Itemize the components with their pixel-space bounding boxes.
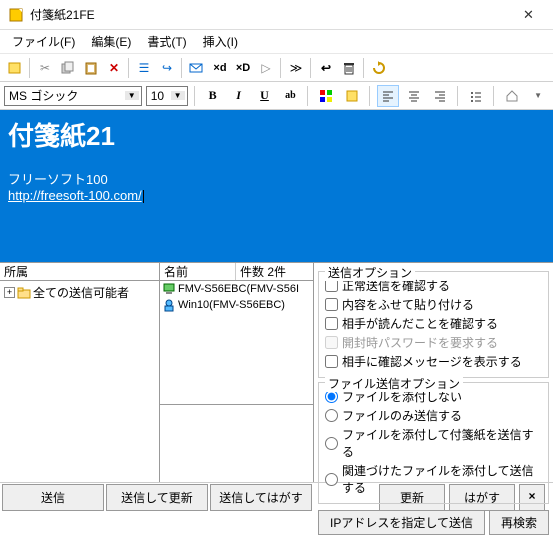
trash-icon[interactable]	[338, 57, 360, 79]
rad-attach-send[interactable]: ファイルを添付して付箋紙を送信する	[325, 425, 542, 461]
chk-read-confirm[interactable]: 相手が読んだことを確認する	[325, 314, 542, 333]
forward-icon[interactable]: ≫	[285, 57, 307, 79]
bullets-icon[interactable]	[465, 85, 487, 107]
chk-password: 開封時パスワードを要求する	[325, 333, 542, 352]
col-name-header[interactable]: 名前	[160, 263, 236, 280]
research-button[interactable]: 再検索	[489, 510, 549, 535]
chevron-down-icon: ▼	[125, 91, 139, 100]
play-icon[interactable]: ▷	[255, 57, 277, 79]
tree-root-item[interactable]: + 全ての送信可能者	[2, 283, 157, 302]
font-size-combo[interactable]: 10 ▼	[146, 86, 188, 106]
file-options-title: ファイル送信オプション	[325, 375, 463, 392]
col-count-header[interactable]: 件数 2件	[236, 263, 313, 280]
fill-color-icon[interactable]	[341, 85, 363, 107]
rad-file-only[interactable]: ファイルのみ送信する	[325, 406, 542, 425]
app-icon	[8, 7, 24, 23]
tree-root-label: 全ての送信可能者	[33, 284, 129, 301]
italic-button[interactable]: I	[228, 85, 250, 107]
send-remove-button[interactable]: 送信してはがす	[210, 484, 312, 511]
menu-file[interactable]: ファイル(F)	[4, 31, 83, 52]
font-name-value: MS ゴシック	[9, 87, 125, 104]
paste-icon[interactable]	[80, 57, 102, 79]
computer-icon	[162, 282, 176, 296]
send-options-group: 送信オプション 正常送信を確認する 内容をふせて貼り付ける 相手が読んだことを確…	[318, 271, 549, 378]
chk-show-confirm[interactable]: 相手に確認メッセージを表示する	[325, 352, 542, 371]
color-palette-icon[interactable]	[315, 85, 337, 107]
file-options-group: ファイル送信オプション ファイルを添付しない ファイルのみ送信する ファイルを添…	[318, 382, 549, 504]
editor-area[interactable]: 付箋紙21 フリーソフト100 http://freesoft-100.com/	[0, 110, 553, 262]
window-close-button[interactable]: ✕	[506, 1, 551, 29]
menu-insert[interactable]: 挿入(I)	[195, 31, 246, 52]
text-cursor	[143, 190, 144, 203]
ip-send-button[interactable]: IPアドレスを指定して送信	[318, 510, 485, 535]
align-left-icon[interactable]	[377, 85, 399, 107]
font-size-value: 10	[151, 89, 171, 103]
align-right-icon[interactable]	[429, 85, 451, 107]
refresh-icon[interactable]	[368, 57, 390, 79]
tree-header: 所属	[0, 263, 159, 281]
list-item-label: FMV-S56EBC(FMV-S56I	[178, 283, 299, 295]
home-icon[interactable]	[501, 85, 523, 107]
editor-link[interactable]: http://freesoft-100.com/	[8, 188, 142, 203]
strike-button[interactable]: ab	[279, 85, 301, 107]
copy-icon[interactable]	[57, 57, 79, 79]
dropdown-icon[interactable]: ▼	[527, 85, 549, 107]
chevron-down-icon: ▼	[171, 91, 185, 100]
list-item-label: Win10(FMV-S56EBC)	[178, 299, 285, 311]
bold-button[interactable]: B	[202, 85, 224, 107]
editor-text: フリーソフト100	[8, 169, 545, 188]
preview-pane	[160, 404, 313, 482]
menu-bar: ファイル(F) 編集(E) 書式(T) 挿入(I)	[0, 30, 553, 54]
expand-icon[interactable]: +	[4, 287, 15, 298]
chk-hide-content[interactable]: 内容をふせて貼り付ける	[325, 295, 542, 314]
paste-note-icon[interactable]	[4, 57, 26, 79]
menu-format[interactable]: 書式(T)	[139, 31, 194, 52]
font-name-combo[interactable]: MS ゴシック ▼	[4, 86, 142, 106]
xd-cross-icon[interactable]: ×d	[209, 57, 231, 79]
folder-icon	[17, 287, 31, 299]
list-item[interactable]: FMV-S56EBC(FMV-S56I	[160, 281, 313, 297]
xd-arrow-icon[interactable]: ×D	[232, 57, 254, 79]
send-options-title: 送信オプション	[325, 264, 415, 281]
list-item[interactable]: Win10(FMV-S56EBC)	[160, 297, 313, 313]
send-button[interactable]: 送信	[2, 484, 104, 511]
underline-button[interactable]: U	[254, 85, 276, 107]
window-title: 付箋紙21FE	[30, 6, 506, 23]
recipient-tree[interactable]: + 全ての送信可能者	[0, 281, 159, 482]
send-mail-icon[interactable]	[186, 57, 208, 79]
toolbar: ✂ ✕ ☰ ↪ ×d ×D ▷ ≫ ↩	[0, 54, 553, 82]
user-icon	[162, 298, 176, 312]
menu-edit[interactable]: 編集(E)	[83, 31, 139, 52]
editor-title: 付箋紙21	[8, 116, 545, 153]
reply-icon[interactable]: ↩	[315, 57, 337, 79]
delete-icon[interactable]: ✕	[103, 57, 125, 79]
redo-arrow-icon[interactable]: ↪	[156, 57, 178, 79]
recipient-list[interactable]: FMV-S56EBC(FMV-S56I Win10(FMV-S56EBC)	[160, 281, 313, 404]
cut-icon[interactable]: ✂	[34, 57, 56, 79]
list-icon[interactable]: ☰	[133, 57, 155, 79]
format-bar: MS ゴシック ▼ 10 ▼ B I U ab ▼	[0, 82, 553, 110]
align-center-icon[interactable]	[403, 85, 425, 107]
send-update-button[interactable]: 送信して更新	[106, 484, 208, 511]
rad-assoc-attach[interactable]: 関連づけたファイルを添付して送信する	[325, 461, 542, 497]
